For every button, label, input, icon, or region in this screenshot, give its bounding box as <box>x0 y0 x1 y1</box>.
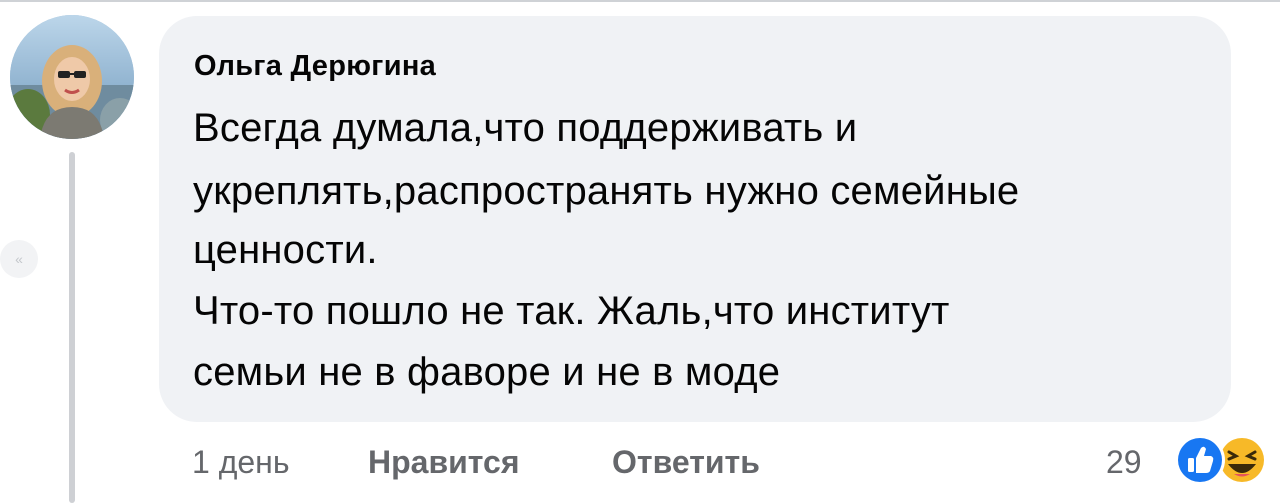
comment-text-line-4: Что-то пошло не так. Жаль,что институт <box>193 289 950 333</box>
avatar[interactable] <box>10 15 134 139</box>
comment-author[interactable]: Ольга Дерюгина <box>194 50 436 83</box>
comment-text-line-2: укреплять,распространять нужно семейные <box>193 169 1020 213</box>
like-button[interactable]: Нравится <box>368 444 520 481</box>
comment-text-line-3: ценности. <box>193 228 378 272</box>
comment-timestamp[interactable]: 1 день <box>192 444 290 481</box>
double-chevron-left-icon[interactable]: « <box>0 240 38 278</box>
reply-button[interactable]: Ответить <box>612 444 760 481</box>
top-divider <box>0 0 1280 2</box>
reaction-count[interactable]: 29 <box>1106 444 1142 481</box>
reaction-icons[interactable] <box>1166 432 1276 488</box>
like-icon <box>1175 435 1225 485</box>
thread-line <box>69 152 75 503</box>
comment-text-line-5: семьи не в фаворе и не в моде <box>193 350 781 394</box>
comment-text-line-1: Всегда думала,что поддерживать и <box>193 106 858 150</box>
